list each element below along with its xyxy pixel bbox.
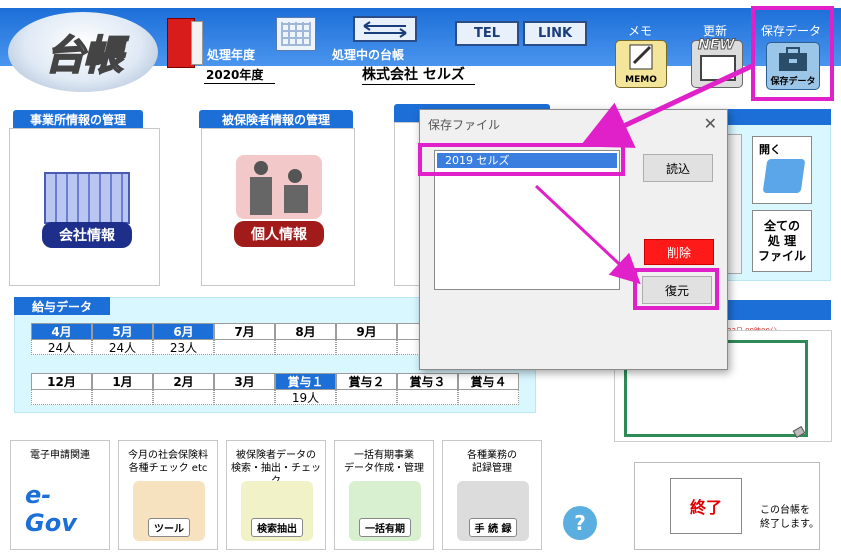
annotation-arrows	[534, 63, 754, 285]
